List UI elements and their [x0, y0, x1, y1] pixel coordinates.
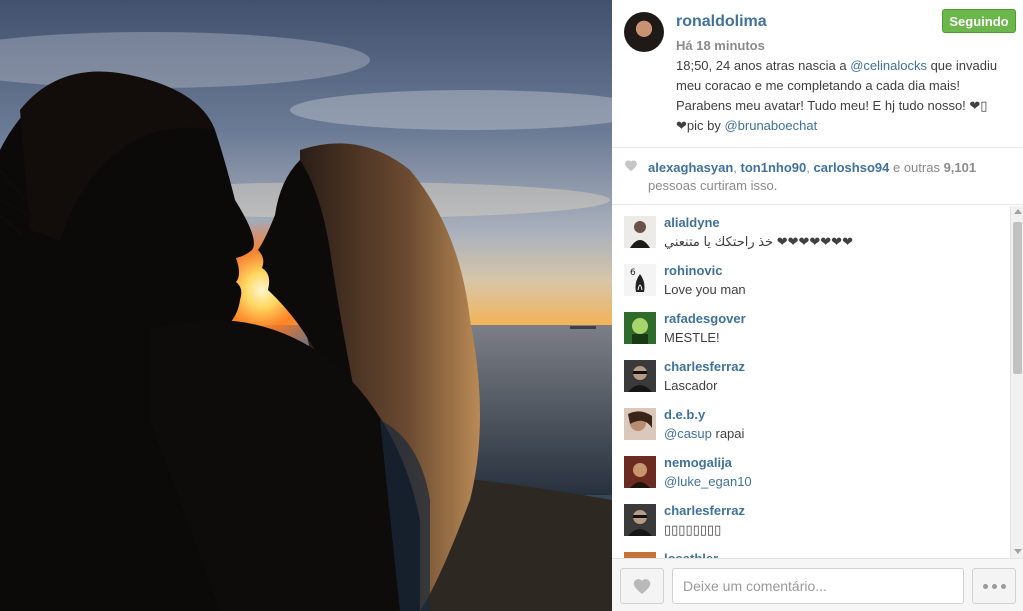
caption-mention[interactable]: @celinalocks: [850, 58, 927, 73]
comment-text: Lascador: [664, 378, 718, 393]
ellipsis-icon: [1000, 583, 1006, 589]
likes-middle: e outras: [889, 160, 944, 175]
author-username[interactable]: ronaldolima: [676, 13, 767, 31]
post-header: ronaldolima Seguindo Há 18 minutos 18;50…: [612, 0, 1023, 148]
comment-item: 6 rohinovic Love you man: [612, 254, 1012, 302]
comment-text: MESTLE!: [664, 330, 720, 345]
commenter-username[interactable]: charlesferraz: [664, 503, 745, 518]
caption-mention[interactable]: @brunaboechat: [724, 118, 817, 133]
comment-composer: [612, 558, 1023, 611]
commenter-avatar[interactable]: [624, 360, 656, 392]
following-button[interactable]: Seguindo: [942, 9, 1016, 33]
comment-item: losatbler: [612, 542, 1012, 558]
commenter-username[interactable]: rafadesgover: [664, 311, 746, 326]
commenter-username[interactable]: charlesferraz: [664, 359, 745, 374]
more-options-button[interactable]: [972, 568, 1016, 604]
comment-item: nemogalija @luke_egan10: [612, 446, 1012, 494]
commenter-username[interactable]: d.e.b.y: [664, 407, 705, 422]
post-caption: 18;50, 24 anos atras nascia a @celinaloc…: [676, 56, 1011, 136]
caption-text: ❤pic by: [676, 118, 725, 133]
scroll-up-arrow-icon[interactable]: [1014, 209, 1022, 214]
comment-text: ▯▯▯▯▯▯▯▯: [664, 522, 722, 537]
comment-mention[interactable]: @casup: [664, 426, 712, 441]
comment-item: d.e.b.y @casup rapai: [612, 398, 1012, 446]
scrollbar-thumb[interactable]: [1013, 222, 1022, 374]
post-details-panel: ronaldolima Seguindo Há 18 minutos 18;50…: [612, 0, 1023, 611]
svg-text:6: 6: [630, 268, 636, 278]
commenter-avatar[interactable]: 6: [624, 264, 656, 296]
heart-icon: [633, 579, 651, 595]
comments-scrollbar[interactable]: [1010, 206, 1023, 558]
caption-text: meu coracao e me completando a cada dia …: [676, 78, 960, 93]
separator: ,: [733, 160, 741, 175]
commenter-avatar[interactable]: [624, 408, 656, 440]
post-timestamp: Há 18 minutos: [676, 38, 765, 53]
liker-link[interactable]: alexaghasyan: [648, 160, 733, 175]
post-photo[interactable]: [0, 0, 612, 611]
caption-line: 18;50, 24 anos atras nascia a @celinaloc…: [676, 56, 1011, 76]
photo-illustration: [0, 32, 612, 611]
comment-item: charlesferraz Lascador: [612, 350, 1012, 398]
likes-suffix: pessoas curtiram isso.: [648, 178, 778, 193]
commenter-username[interactable]: losatbler: [664, 551, 718, 558]
like-button[interactable]: [620, 568, 664, 604]
comment-text: @casup rapai: [664, 426, 744, 441]
liker-link[interactable]: ton1nho90: [741, 160, 807, 175]
author-avatar[interactable]: [624, 12, 664, 52]
liker-link[interactable]: carloshso94: [813, 160, 889, 175]
commenter-avatar[interactable]: [624, 456, 656, 488]
comment-text: Love you man: [664, 282, 746, 297]
likes-count[interactable]: 9,101: [944, 160, 977, 175]
comment-item: alialdyne خذ راحتكك يا متنعني ❤❤❤❤❤❤❤: [612, 206, 1012, 254]
scroll-down-arrow-icon[interactable]: [1014, 549, 1022, 554]
comment-item: rafadesgover MESTLE!: [612, 302, 1012, 350]
caption-line: Parabens meu avatar! Tudo meu! E hj tudo…: [676, 96, 1011, 116]
comment-text: خذ راحتكك يا متنعني ❤❤❤❤❤❤❤: [664, 234, 853, 249]
likes-text: alexaghasyan, ton1nho90, carloshso94 e o…: [648, 159, 1008, 195]
ellipsis-icon: [991, 583, 997, 589]
comment-mention[interactable]: @luke_egan10: [664, 474, 752, 489]
commenter-avatar[interactable]: [624, 216, 656, 248]
commenter-avatar[interactable]: [624, 504, 656, 536]
caption-line: ❤pic by @brunaboechat: [676, 116, 1011, 136]
caption-text: Parabens meu avatar! Tudo meu! E hj tudo…: [676, 98, 988, 113]
commenter-username[interactable]: alialdyne: [664, 215, 720, 230]
commenter-avatar[interactable]: [624, 312, 656, 344]
comment-item: charlesferraz ▯▯▯▯▯▯▯▯: [612, 494, 1012, 542]
likes-summary: alexaghasyan, ton1nho90, carloshso94 e o…: [612, 149, 1023, 205]
caption-text: que invadiu: [926, 58, 998, 73]
comment-text: @luke_egan10: [664, 474, 752, 489]
heart-icon: [625, 160, 637, 172]
commenter-username[interactable]: nemogalija: [664, 455, 732, 470]
caption-text: 18;50, 24 anos atras nascia a: [676, 58, 851, 73]
comments-list[interactable]: alialdyne خذ راحتكك يا متنعني ❤❤❤❤❤❤❤ 6 …: [612, 206, 1023, 558]
comment-input[interactable]: [672, 568, 964, 604]
ellipsis-icon: [982, 583, 988, 589]
comment-text-rest: rapai: [711, 426, 745, 441]
commenter-username[interactable]: rohinovic: [664, 263, 723, 278]
caption-line: meu coracao e me completando a cada dia …: [676, 76, 1011, 96]
